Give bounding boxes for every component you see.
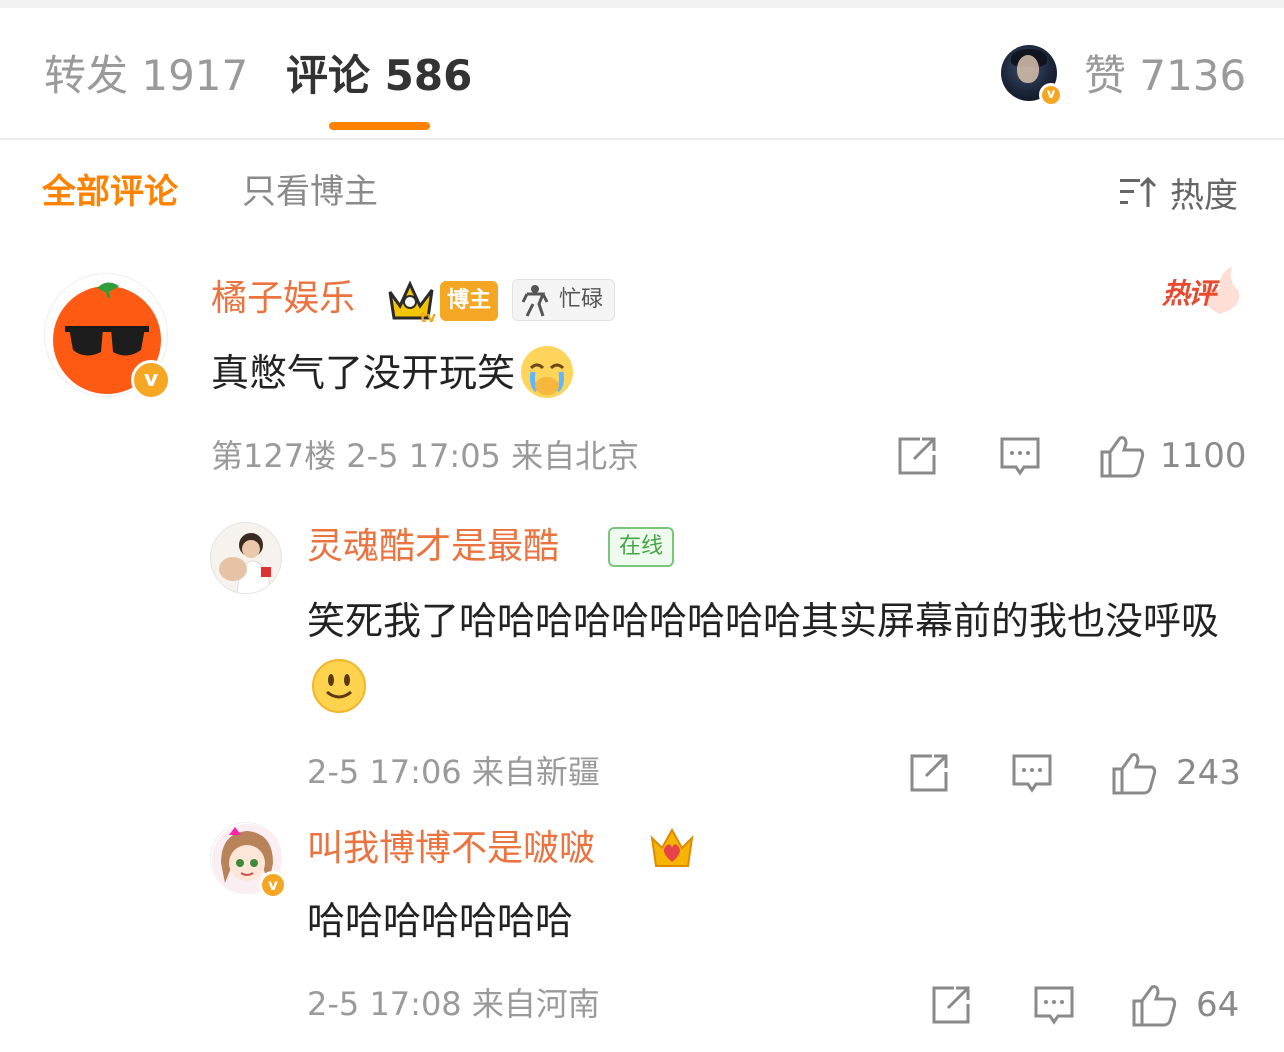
hot-comment-badge: 热评 bbox=[1162, 266, 1242, 316]
avatar-reply-2[interactable]: v bbox=[210, 822, 287, 899]
hot-comment-label: 热评 bbox=[1162, 277, 1216, 310]
crown-tv-icon: tv bbox=[388, 280, 436, 324]
like-count: 243 bbox=[1176, 753, 1241, 793]
active-tab-indicator bbox=[329, 122, 430, 130]
busy-status-tag: 忙碌 bbox=[512, 279, 615, 321]
verified-icon: v bbox=[259, 871, 287, 899]
like-button[interactable]: 1100 bbox=[1098, 434, 1247, 478]
reply-icon[interactable] bbox=[998, 435, 1042, 477]
crying-emoji-icon bbox=[521, 345, 574, 398]
thumbs-up-icon bbox=[1100, 436, 1145, 478]
share-icon[interactable] bbox=[908, 752, 952, 794]
filter-all-comments[interactable]: 全部评论 bbox=[42, 170, 178, 214]
avatar-orange-entertainment[interactable]: v bbox=[44, 273, 171, 400]
like-count: 64 bbox=[1196, 985, 1240, 1025]
tab-like[interactable]: 赞 7136 bbox=[1084, 50, 1246, 102]
tab-repost[interactable]: 转发 1917 bbox=[44, 50, 248, 102]
avatar-face bbox=[1017, 55, 1039, 83]
tab-comment[interactable]: 评论 586 bbox=[286, 50, 472, 102]
verified-icon: v bbox=[1039, 83, 1063, 107]
svg-text:tv: tv bbox=[420, 310, 436, 324]
sort-icon bbox=[1120, 176, 1157, 207]
verified-icon: v bbox=[131, 360, 171, 400]
thumbs-up-icon bbox=[1132, 985, 1177, 1027]
reply-text-body: 笑死我了哈哈哈哈哈哈哈哈哈其实屏幕前的我也没呼吸 bbox=[307, 599, 1220, 643]
host-tag: 博主 bbox=[440, 281, 498, 321]
share-icon[interactable] bbox=[896, 435, 940, 477]
sort-label: 热度 bbox=[1170, 175, 1238, 216]
liker-avatar[interactable]: v bbox=[1001, 45, 1063, 107]
reply-username[interactable]: 灵魂酷才是最酷 bbox=[307, 524, 559, 570]
share-icon[interactable] bbox=[930, 984, 974, 1026]
top-strip bbox=[0, 0, 1284, 8]
comment-username[interactable]: 橘子娱乐 bbox=[211, 276, 355, 322]
avatar-reply-1[interactable] bbox=[210, 522, 282, 594]
reply-text: 笑死我了哈哈哈哈哈哈哈哈哈其实屏幕前的我也没呼吸 bbox=[307, 588, 1237, 720]
thumbs-up-icon bbox=[1112, 753, 1157, 795]
reply-meta: 2-5 17:08 来自河南 bbox=[307, 985, 600, 1023]
comment-text: 真憋气了没开玩笑 bbox=[211, 340, 1211, 406]
running-person-icon bbox=[521, 285, 549, 317]
tab-bar: 转发 1917 评论 586 v 赞 7136 bbox=[0, 8, 1284, 140]
person-icon bbox=[211, 523, 281, 593]
filter-author-only[interactable]: 只看博主 bbox=[242, 170, 378, 214]
crown-heart-icon bbox=[650, 827, 694, 867]
comment-meta: 第127楼 2-5 17:05 来自北京 bbox=[211, 437, 640, 475]
busy-status-label: 忙碌 bbox=[559, 287, 604, 312]
sort-button[interactable]: 热度 bbox=[1118, 170, 1238, 216]
reply-meta: 2-5 17:06 来自新疆 bbox=[307, 753, 600, 791]
reply-text: 哈哈哈哈哈哈哈 bbox=[307, 899, 574, 943]
online-status-tag: 在线 bbox=[608, 527, 674, 567]
like-button[interactable]: 64 bbox=[1130, 983, 1239, 1027]
like-count: 1100 bbox=[1160, 436, 1247, 476]
comment-text-body: 真憋气了没开玩笑 bbox=[211, 351, 516, 395]
like-button[interactable]: 243 bbox=[1110, 751, 1241, 795]
reply-icon[interactable] bbox=[1032, 984, 1076, 1026]
smile-emoji-icon bbox=[312, 658, 366, 713]
reply-username[interactable]: 叫我博博不是啵啵 bbox=[307, 826, 595, 872]
reply-icon[interactable] bbox=[1010, 752, 1054, 794]
